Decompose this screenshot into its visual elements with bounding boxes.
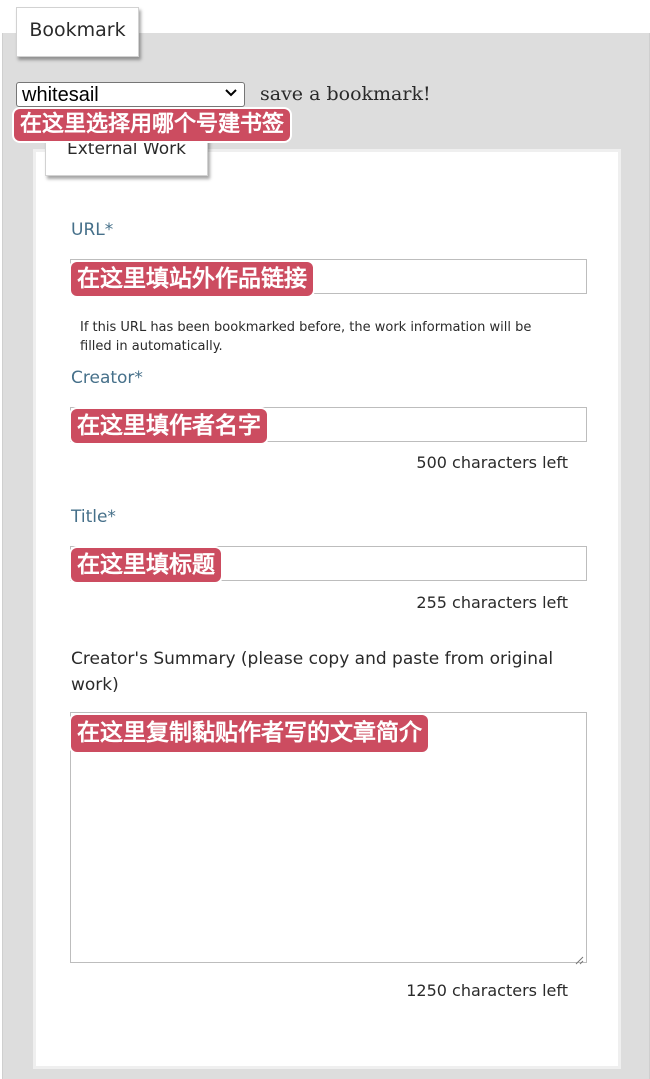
resize-grip-icon[interactable] xyxy=(574,950,584,965)
summary-label: Creator's Summary (please copy and paste… xyxy=(71,649,554,695)
creator-annotation: 在这里填作者名字 xyxy=(71,409,267,443)
bookmark-legend: Bookmark xyxy=(16,7,139,57)
summary-chars-left: 1250 characters left xyxy=(406,981,568,1000)
title-chars-left: 255 characters left xyxy=(416,593,568,612)
pseud-select[interactable]: whitesail xyxy=(16,82,245,107)
pseud-annotation: 在这里选择用哪个号建书签 xyxy=(14,109,291,141)
title-annotation: 在这里填标题 xyxy=(71,548,221,582)
creator-chars-left: 500 characters left xyxy=(416,453,568,472)
pseud-selected-value: whitesail xyxy=(22,84,99,106)
summary-annotation: 在这里复制黏贴作者写的文章简介 xyxy=(71,715,428,752)
save-bookmark-text: save a bookmark! xyxy=(260,83,431,105)
url-label: URL* xyxy=(71,220,114,240)
chevron-down-icon xyxy=(224,85,238,106)
title-label: Title* xyxy=(71,507,116,527)
url-help-text: If this URL has been bookmarked before, … xyxy=(80,320,532,354)
creator-label: Creator* xyxy=(71,368,143,388)
url-annotation: 在这里填站外作品链接 xyxy=(71,262,313,296)
